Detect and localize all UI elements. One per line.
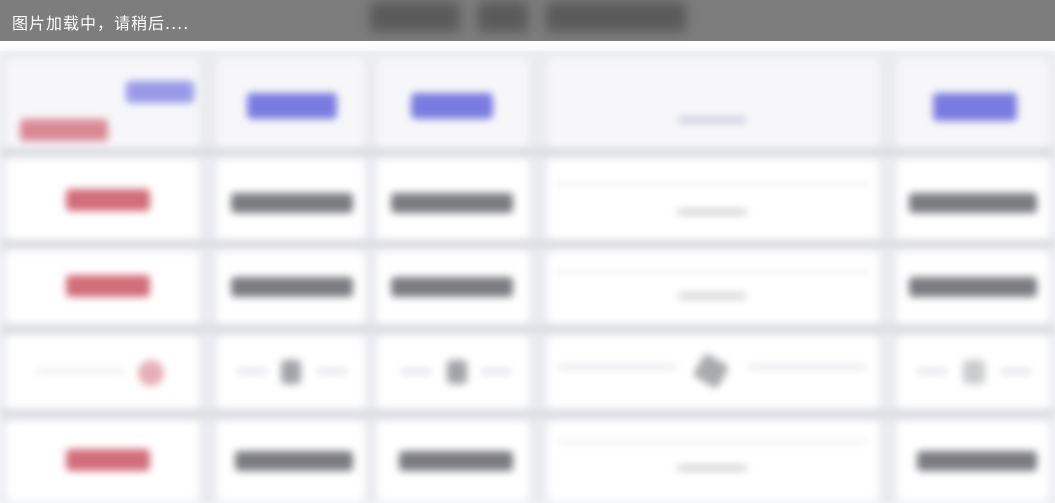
table-cell [6, 159, 199, 239]
table-cell [377, 421, 529, 501]
table-cell [897, 336, 1049, 408]
table-column [0, 51, 205, 503]
table-cell [6, 336, 199, 408]
blurred-table-image [0, 51, 1055, 503]
table-cell [217, 336, 365, 408]
table-column [891, 51, 1055, 503]
table-cell [547, 251, 879, 323]
top-divider [0, 41, 1055, 51]
table-cell [897, 421, 1049, 501]
table-cell [6, 421, 199, 501]
table-cell [377, 336, 529, 408]
table-cell [547, 159, 879, 239]
table-cell [897, 159, 1049, 239]
table-cell [217, 159, 365, 239]
table-cell [217, 421, 365, 501]
table-cell [377, 251, 529, 323]
header-cell [377, 59, 529, 147]
loading-message: 图片加载中，请稍后.... [12, 14, 190, 33]
table-cell [547, 421, 879, 501]
table-column [541, 51, 885, 503]
header-cell [897, 59, 1049, 147]
table-column [211, 51, 371, 503]
blurred-title-background [370, 2, 704, 38]
table-column [371, 51, 535, 503]
table-cell [217, 251, 365, 323]
table-cell [547, 336, 879, 408]
header-cell [547, 59, 879, 147]
header-cell [217, 59, 365, 147]
table-cell [377, 159, 529, 239]
table-cell [897, 251, 1049, 323]
table-cell [6, 251, 199, 323]
header-cell [6, 59, 199, 147]
image-loading-bar: 图片加载中，请稍后.... [0, 0, 1055, 41]
